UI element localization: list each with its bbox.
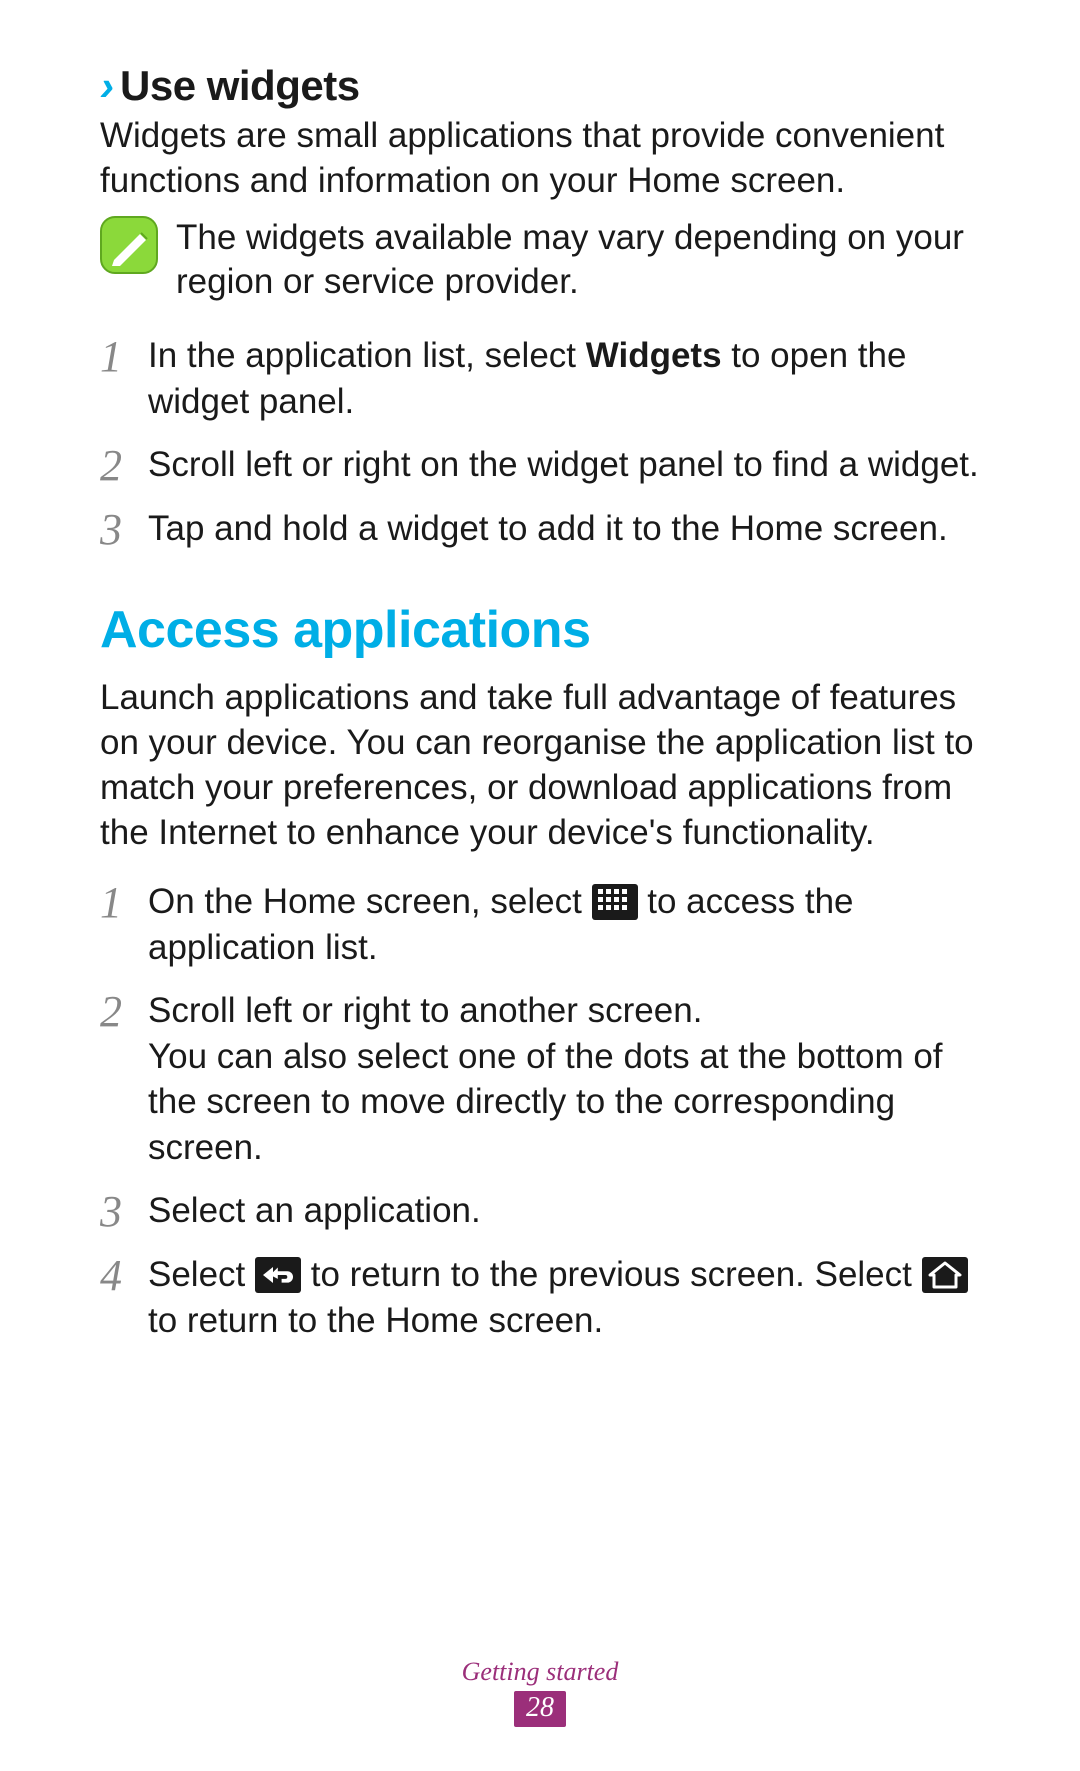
page-footer: Getting started 28 (0, 1657, 1080, 1727)
text-bold: Widgets (586, 336, 722, 375)
page-number: 28 (514, 1691, 566, 1727)
step-number: 3 (100, 1188, 148, 1234)
back-icon (255, 1257, 301, 1293)
step-text: Tap and hold a widget to add it to the H… (148, 506, 980, 552)
step-number: 2 (100, 988, 148, 1034)
step-text: Scroll left or right on the widget panel… (148, 442, 980, 488)
step-item: 1 In the application list, select Widget… (100, 333, 980, 424)
subsection-title: Use widgets (120, 62, 360, 110)
step-item: 4 Select to return to the previous scree… (100, 1252, 980, 1343)
home-icon (922, 1257, 968, 1293)
step-number: 1 (100, 333, 148, 379)
step-number: 4 (100, 1252, 148, 1298)
step-text: On the Home screen, select to access the… (148, 879, 980, 970)
note-row: The widgets available may vary depending… (100, 216, 980, 306)
step-item: 3 Select an application. (100, 1188, 980, 1234)
step-item: 2 Scroll left or right on the widget pan… (100, 442, 980, 488)
step-item: 1 On the Home screen, select to access t… (100, 879, 980, 970)
footer-section-label: Getting started (0, 1657, 1080, 1687)
section-title: Access applications (100, 600, 980, 660)
text-segment: Select (148, 1255, 255, 1294)
chevron-icon: › (100, 62, 114, 110)
note-text: The widgets available may vary depending… (176, 216, 980, 306)
step-item: 3 Tap and hold a widget to add it to the… (100, 506, 980, 552)
note-icon (100, 216, 158, 274)
text-segment: to return to the previous screen. Select (301, 1255, 922, 1294)
apps-grid-icon (592, 884, 638, 920)
steps-use-widgets: 1 In the application list, select Widget… (100, 333, 980, 552)
step-number: 3 (100, 506, 148, 552)
apps-intro-text: Launch applications and take full advant… (100, 676, 980, 855)
subsection-heading: › Use widgets (100, 62, 980, 110)
manual-page: › Use widgets Widgets are small applicat… (0, 0, 1080, 1771)
step-item: 2 Scroll left or right to another screen… (100, 988, 980, 1170)
text-segment: to return to the Home screen. (148, 1301, 603, 1340)
step-text: In the application list, select Widgets … (148, 333, 980, 424)
step-text: Select an application. (148, 1188, 980, 1234)
text-segment: On the Home screen, select (148, 882, 592, 921)
step-number: 1 (100, 879, 148, 925)
step-text: Select to return to the previous screen.… (148, 1252, 980, 1343)
text-line: You can also select one of the dots at t… (148, 1037, 943, 1167)
step-text: Scroll left or right to another screen. … (148, 988, 980, 1170)
text-segment: In the application list, select (148, 336, 586, 375)
step-number: 2 (100, 442, 148, 488)
text-line: Scroll left or right to another screen. (148, 991, 702, 1030)
steps-access-applications: 1 On the Home screen, select to access t… (100, 879, 980, 1343)
widgets-intro-text: Widgets are small applications that prov… (100, 114, 980, 204)
